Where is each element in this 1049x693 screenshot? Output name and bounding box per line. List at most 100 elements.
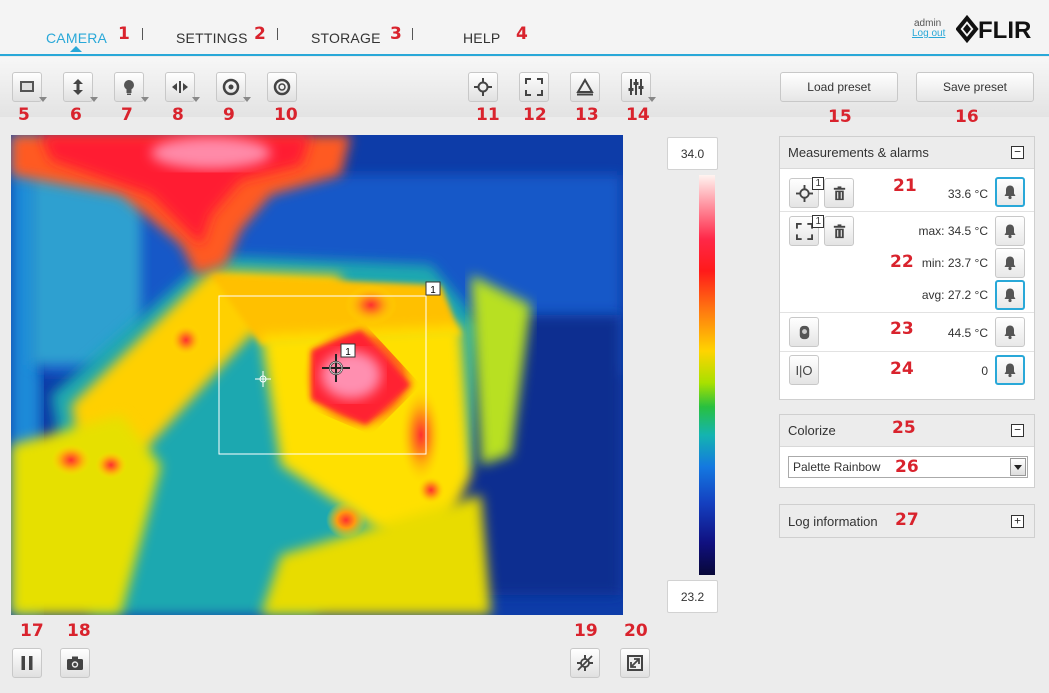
dropdown-arrow-icon — [39, 97, 47, 102]
spot-badge: 1 — [812, 177, 824, 190]
adjust-settings-button[interactable] — [621, 72, 656, 102]
box-max-temperature: max: 34.5 °C — [918, 224, 989, 238]
marker-6: 6 — [70, 105, 82, 125]
dropdown-arrow-icon — [192, 97, 200, 102]
marker-15: 15 — [828, 107, 852, 127]
box-min-alarm-button[interactable] — [995, 248, 1025, 278]
digital-io-button[interactable]: I|O — [789, 355, 819, 385]
tab-help[interactable]: HELP — [463, 30, 500, 46]
log-information-title: Log information — [788, 513, 878, 529]
logout-link[interactable]: Log out — [912, 28, 945, 39]
calibrate-button[interactable] — [267, 72, 297, 102]
box-corners-icon — [525, 78, 543, 96]
marker-17: 17 — [20, 621, 44, 641]
nuc-button[interactable] — [216, 72, 251, 102]
box-corners-icon — [795, 222, 813, 240]
dropdown-arrow-icon — [90, 97, 98, 102]
light-bulb-icon — [124, 80, 134, 95]
logo-text: FLIR — [978, 17, 1031, 44]
pause-button[interactable] — [12, 648, 42, 678]
box-max-alarm-button[interactable] — [995, 216, 1025, 246]
active-tab-caret — [70, 46, 82, 52]
digital-io-value: 0 — [981, 364, 988, 378]
snapshot-button[interactable] — [60, 648, 90, 678]
fullscreen-button[interactable] — [620, 648, 650, 678]
marker-21: 21 — [893, 176, 917, 196]
tab-settings[interactable]: SETTINGS — [176, 30, 248, 46]
temperature-scale-bar — [699, 175, 715, 575]
tab-storage[interactable]: STORAGE — [311, 30, 381, 46]
internal-temperature-button[interactable] — [789, 317, 819, 347]
delete-spot-button[interactable] — [824, 178, 854, 208]
trash-icon — [833, 185, 845, 200]
bell-icon — [1004, 363, 1016, 378]
thermal-image-view[interactable]: 1 1 — [11, 135, 623, 615]
tab-camera[interactable]: CAMERA — [46, 30, 107, 46]
dropdown-arrow-icon — [648, 97, 656, 102]
aperture-icon — [273, 78, 291, 96]
internal-temperature-value: 44.5 °C — [947, 326, 988, 340]
spot-tool-button[interactable]: 1 — [789, 177, 824, 208]
marker-11: 11 — [476, 105, 500, 125]
marker-24: 24 — [890, 359, 914, 379]
marker-10: 10 — [274, 105, 298, 125]
vertical-arrows-icon — [73, 79, 83, 95]
digital-io-row: I|O 24 0 — [780, 353, 1034, 399]
box-measurement-row: 1 max: 34.5 °C 22 min: 23.7 °C avg: 27.2… — [780, 213, 1034, 313]
bell-icon — [1004, 224, 1016, 239]
marker-25: 25 — [892, 418, 916, 438]
nav-separator — [277, 28, 278, 40]
lamp-button[interactable] — [114, 72, 149, 102]
box-min-temperature: min: 23.7 °C — [921, 256, 988, 270]
marker-26: 26 — [895, 457, 919, 477]
internal-temperature-alarm-button[interactable] — [995, 317, 1025, 347]
marker-14: 14 — [626, 105, 650, 125]
digital-io-alarm-button[interactable] — [995, 355, 1025, 385]
sliders-icon — [628, 79, 644, 95]
delete-box-button[interactable] — [824, 216, 854, 246]
save-preset-button[interactable]: Save preset — [916, 72, 1034, 102]
marker-5: 5 — [18, 105, 30, 125]
marker-27: 27 — [895, 510, 919, 530]
colorize-title: Colorize — [788, 423, 836, 438]
expand-toggle[interactable]: + — [1011, 514, 1024, 528]
crosshair-off-icon — [577, 655, 593, 671]
chevron-down-icon[interactable] — [1010, 458, 1026, 476]
scale-min-value: 23.2 — [667, 580, 718, 613]
dropdown-arrow-icon — [243, 97, 251, 102]
horizontal-arrows-icon — [172, 81, 188, 93]
zoom-horizontal-button[interactable] — [165, 72, 200, 102]
scale-max-value: 34.0 — [667, 137, 718, 170]
add-box-button[interactable] — [519, 72, 549, 102]
load-preset-button[interactable]: Load preset — [780, 72, 898, 102]
spot-alarm-button[interactable] — [995, 177, 1025, 207]
add-delta-button[interactable] — [570, 72, 600, 102]
box-avg-temperature: avg: 27.2 °C — [921, 288, 988, 302]
marker-23: 23 — [890, 319, 914, 339]
add-spot-button[interactable] — [468, 72, 498, 102]
box-tool-button[interactable]: 1 — [789, 215, 824, 246]
measurements-alarms-title: Measurements & alarms — [788, 145, 929, 160]
trash-icon — [833, 223, 845, 238]
collapse-toggle[interactable]: − — [1011, 424, 1024, 437]
hide-overlay-button[interactable] — [570, 648, 600, 678]
box-badge: 1 — [812, 215, 824, 228]
focus-button[interactable] — [63, 72, 98, 102]
marker-19: 19 — [574, 621, 598, 641]
box-avg-alarm-button[interactable] — [995, 280, 1025, 310]
image-mode-button[interactable] — [12, 72, 47, 102]
spot-temperature: 33.6 °C — [947, 187, 988, 201]
marker-3: 3 — [390, 24, 402, 44]
crosshair-icon — [795, 184, 813, 202]
marker-1: 1 — [118, 24, 130, 44]
measurements-alarms-header[interactable]: Measurements & alarms − — [780, 137, 1034, 169]
pause-icon — [21, 656, 33, 670]
flir-logo: FLIR — [955, 13, 1046, 50]
collapse-toggle[interactable]: − — [1011, 146, 1024, 159]
internal-temperature-row: 23 44.5 °C — [780, 314, 1034, 352]
bell-icon — [1004, 325, 1016, 340]
marker-13: 13 — [575, 105, 599, 125]
fullscreen-icon — [627, 655, 643, 671]
box-label: 1 — [430, 285, 436, 296]
marker-8: 8 — [172, 105, 184, 125]
